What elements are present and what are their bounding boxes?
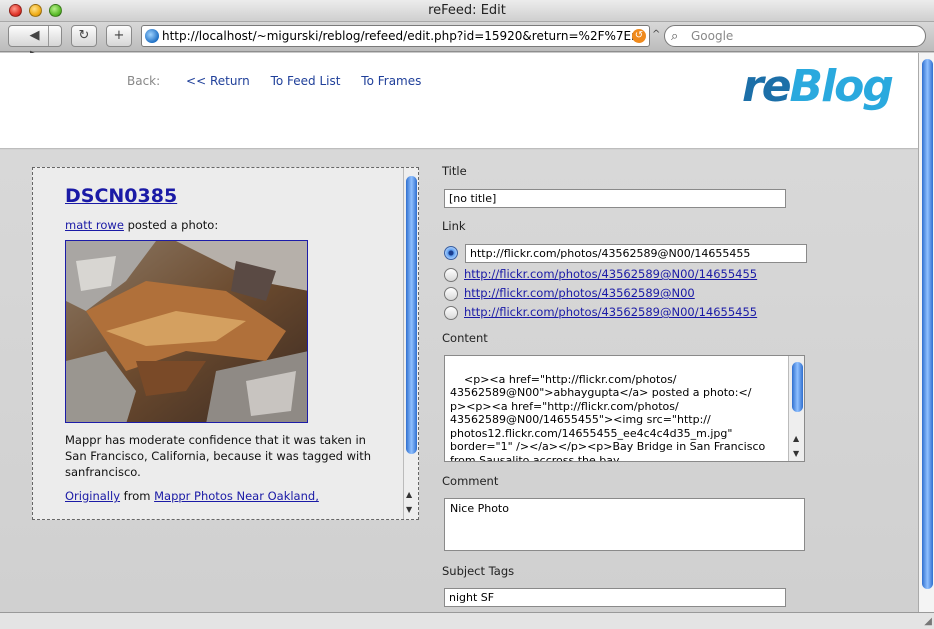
content-text: <p><a href="http://flickr.com/photos/ 43…: [450, 372, 766, 462]
page-vertical-scrollbar[interactable]: [918, 53, 934, 612]
link-option-3[interactable]: http://flickr.com/photos/43562589@N00/14…: [464, 305, 757, 319]
address-bar[interactable]: http://localhost/~migurski/reblog/refeed…: [141, 25, 650, 47]
window-title: reFeed: Edit: [428, 3, 506, 18]
rss-feed-icon[interactable]: ↺: [632, 29, 646, 43]
feed-list-link[interactable]: To Feed List: [271, 74, 341, 88]
content-label: Content: [442, 331, 488, 345]
author-line: matt rowe posted a photo:: [65, 217, 395, 233]
content-scrollbar[interactable]: ▲ ▼: [788, 356, 804, 461]
link-radio-option-2[interactable]: [444, 287, 458, 301]
comment-textarea[interactable]: Nice Photo: [444, 498, 805, 551]
back-forward-buttons: ◀▶: [8, 25, 62, 63]
title-input[interactable]: [no title]: [444, 189, 786, 208]
web-page: Back: << Return To Feed List To Frames r…: [0, 53, 918, 612]
content-textarea[interactable]: <p><a href="http://flickr.com/photos/ 43…: [444, 355, 805, 462]
window-titlebar: reFeed: Edit: [0, 0, 934, 22]
post-title-link[interactable]: DSCN0385: [65, 187, 395, 206]
reblog-logo: reBlog: [742, 61, 894, 112]
scroll-up-arrow-icon[interactable]: ▲: [406, 490, 412, 499]
logo-part-re: re: [742, 61, 792, 112]
originally-link[interactable]: Originally: [65, 489, 120, 503]
logo-part-blog: Blog: [789, 61, 894, 112]
from-word: from: [120, 489, 155, 503]
reload-button[interactable]: ↻: [71, 25, 97, 47]
resize-grip-icon[interactable]: ◢: [924, 616, 932, 627]
link-option-1[interactable]: http://flickr.com/photos/43562589@N00/14…: [464, 267, 757, 281]
source-feed-link[interactable]: Mappr Photos Near Oakland,: [154, 489, 319, 503]
link-radio-custom[interactable]: [444, 246, 458, 260]
search-placeholder: Google: [691, 29, 734, 43]
site-globe-icon: [145, 29, 159, 43]
link-option-2[interactable]: http://flickr.com/photos/43562589@N00: [464, 286, 695, 300]
author-suffix: posted a photo:: [123, 218, 219, 232]
add-bookmark-button[interactable]: +: [106, 25, 132, 47]
frames-link[interactable]: To Frames: [361, 74, 421, 88]
tags-label: Subject Tags: [442, 564, 515, 578]
address-text: http://localhost/~migurski/reblog/refeed…: [162, 29, 643, 43]
preview-scroll-thumb[interactable]: [406, 176, 417, 454]
author-link[interactable]: matt rowe: [65, 218, 124, 232]
divider: [47, 26, 49, 46]
content-scroll-thumb[interactable]: [792, 362, 803, 412]
post-preview-pane[interactable]: DSCN0385 matt rowe posted a photo: Mappr…: [32, 167, 419, 520]
post-photo[interactable]: [65, 240, 308, 423]
page-header: Back: << Return To Feed List To Frames r…: [0, 53, 918, 149]
post-preview: DSCN0385 matt rowe posted a photo: Mappr…: [65, 187, 395, 504]
preview-scrollbar[interactable]: ▲ ▼: [403, 168, 418, 519]
back-label: Back:: [127, 74, 161, 88]
scroll-down-arrow-icon[interactable]: ▼: [406, 505, 412, 514]
title-label: Title: [442, 164, 467, 178]
link-radio-option-1[interactable]: [444, 268, 458, 282]
link-label: Link: [442, 219, 466, 233]
link-radio-option-3[interactable]: [444, 306, 458, 320]
link-input[interactable]: http://flickr.com/photos/43562589@N00/14…: [465, 244, 807, 263]
comment-label: Comment: [442, 474, 499, 488]
back-button[interactable]: ◀: [22, 26, 48, 46]
return-link[interactable]: << Return: [186, 74, 250, 88]
status-bar: ◢: [0, 612, 934, 629]
search-field[interactable]: ⌕ Google: [664, 25, 926, 47]
page-scroll-thumb[interactable]: [922, 59, 933, 589]
tags-input[interactable]: night SF: [444, 588, 786, 607]
browser-toolbar: ◀▶ ↻ + http://localhost/~migurski/reblog…: [0, 22, 934, 63]
scroll-up-arrow-icon[interactable]: ▲: [793, 432, 799, 446]
post-caption: Mappr has moderate confidence that it wa…: [65, 433, 372, 479]
source-line: Originally from Mappr Photos Near Oaklan…: [65, 488, 395, 504]
nav-links: Back: << Return To Feed List To Frames: [127, 74, 438, 88]
caret-up-icon: ^: [652, 29, 661, 40]
search-icon: ⌕: [671, 29, 679, 44]
scroll-down-arrow-icon[interactable]: ▼: [793, 447, 799, 461]
